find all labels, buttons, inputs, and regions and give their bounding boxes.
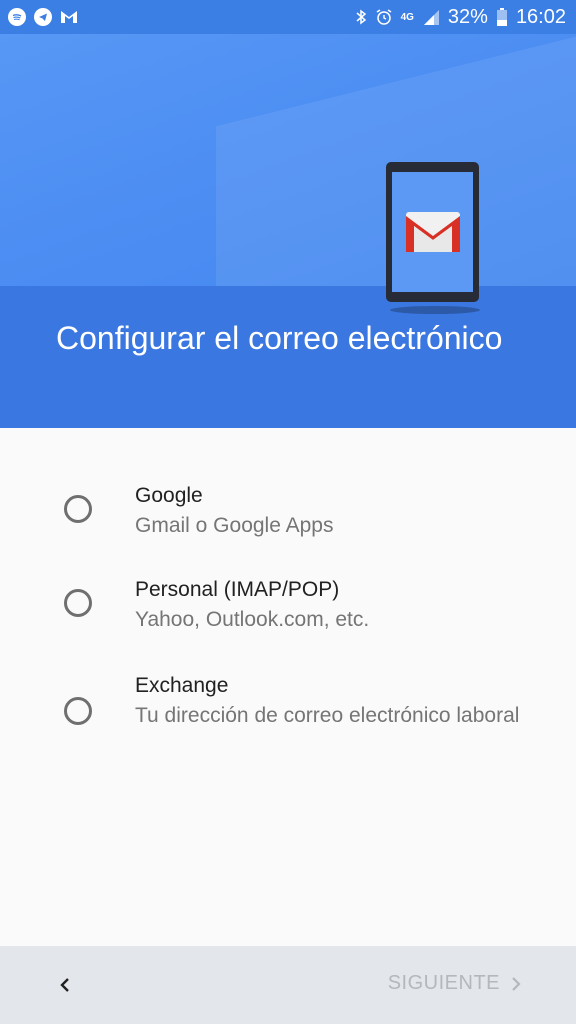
- spotify-icon: [8, 8, 26, 26]
- phone-illustration: [386, 162, 479, 302]
- battery-icon: [496, 7, 508, 27]
- option-personal-title: Personal (IMAP/POP): [135, 578, 340, 601]
- phone-shadow: [390, 306, 480, 314]
- chevron-right-icon: [512, 976, 521, 991]
- option-exchange-subtitle: Tu dirección de correo electrónico labor…: [135, 704, 520, 727]
- airmail-icon: [60, 8, 78, 26]
- gmail-logo-icon: [406, 212, 460, 252]
- signal-icon: [422, 8, 440, 26]
- radio-exchange[interactable]: [64, 697, 92, 725]
- network-type: 4G: [400, 11, 414, 23]
- back-button[interactable]: [50, 970, 80, 1000]
- option-google-title: Google: [135, 484, 203, 507]
- alarm-icon: [375, 8, 393, 26]
- page-title: Configurar el correo electrónico: [56, 320, 503, 356]
- status-bar-right: 4G 32% 16:02: [355, 6, 566, 29]
- next-button-label: SIGUIENTE: [387, 972, 500, 994]
- radio-google[interactable]: [64, 495, 92, 523]
- chevron-left-icon: [60, 978, 69, 992]
- bluetooth-icon: [355, 8, 367, 26]
- battery-percent: 32%: [447, 5, 488, 28]
- telegram-icon: [34, 8, 52, 26]
- next-button[interactable]: SIGUIENTE: [388, 972, 522, 995]
- option-google-subtitle: Gmail o Google Apps: [135, 514, 334, 537]
- radio-personal[interactable]: [64, 589, 92, 617]
- status-bar: 4G 32% 16:02: [0, 0, 576, 34]
- status-bar-left: [8, 8, 78, 26]
- option-exchange-title: Exchange: [135, 674, 229, 697]
- bottom-navigation-bar: SIGUIENTE: [0, 946, 576, 1024]
- setup-header: Configurar el correo electrónico: [0, 34, 576, 428]
- phone-screen: [392, 172, 473, 292]
- clock: 16:02: [515, 5, 566, 28]
- option-personal-subtitle: Yahoo, Outlook.com, etc.: [135, 608, 370, 631]
